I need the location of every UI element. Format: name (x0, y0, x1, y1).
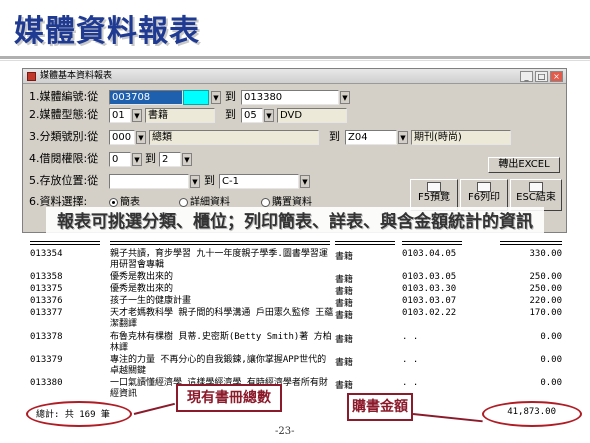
chevron-down-icon[interactable]: ▼ (190, 175, 200, 188)
radio-dot-icon (261, 197, 270, 207)
preview-icon (427, 182, 441, 192)
chevron-down-icon[interactable]: ▼ (398, 131, 408, 144)
cell-id: 013354 (30, 249, 63, 259)
chevron-down-icon[interactable]: ▼ (264, 109, 274, 122)
cell-id: 013376 (30, 296, 63, 306)
cell-title: 優秀是教出來的 (110, 272, 174, 282)
printer-icon (477, 182, 491, 192)
media-type-label: 2.媒體型態:從 (29, 108, 99, 121)
shelf-label: 5.存放位置:從 (29, 174, 99, 187)
count-highlight-ellipse (26, 401, 132, 427)
cell-id: 013375 (30, 284, 63, 294)
title-divider (0, 56, 590, 59)
cell-id: 013358 (30, 272, 63, 282)
chevron-down-icon[interactable]: ▼ (300, 175, 310, 188)
cell-type: 書籍 (335, 358, 354, 368)
shelf-to-input[interactable]: C-1 (219, 174, 299, 189)
media-no-to-input[interactable]: 013380 (241, 90, 339, 105)
door-exit-icon (529, 182, 543, 192)
loan-level-from-input[interactable]: 0 (109, 152, 131, 167)
cell-title: 孩子一生的健康計畫 (110, 296, 192, 306)
loan-level-label: 4.借閱權限:從 (29, 152, 99, 165)
header-rule (30, 241, 100, 245)
cell-date: 0103.04.05 (402, 249, 457, 259)
shelf-from-input[interactable] (109, 174, 189, 189)
cell-amount: 250.00 (529, 284, 562, 294)
cell-id: 013379 (30, 355, 63, 365)
header-rule (335, 241, 395, 245)
chevron-down-icon[interactable]: ▼ (132, 109, 142, 122)
cell-date: . . (402, 378, 419, 388)
chevron-down-icon[interactable]: ▼ (136, 131, 146, 144)
cell-amount: 0.00 (540, 378, 562, 388)
cell-id: 013377 (30, 308, 63, 318)
media-no-label: 1.媒體編號:從 (29, 90, 99, 103)
media-type-from-code[interactable]: 01 (109, 108, 131, 123)
category-to-code[interactable]: Z04 (345, 130, 397, 145)
cell-title: 優秀是教出來的 (110, 284, 174, 294)
cell-id: 013380 (30, 378, 63, 388)
category-label: 3.分類號別:從 (29, 130, 99, 143)
chevron-down-icon[interactable]: ▼ (182, 153, 192, 166)
close-icon[interactable]: × (550, 70, 563, 82)
cell-type: 書籍 (335, 381, 354, 391)
media-no-from-extension[interactable] (183, 90, 209, 105)
cell-amount: 0.00 (540, 355, 562, 365)
amount-highlight-ellipse (482, 401, 582, 427)
cell-amount: 250.00 (529, 272, 562, 282)
radio-dot-icon (179, 197, 188, 207)
media-no-from-input[interactable]: 003708 (109, 90, 183, 105)
purchase-amount-callout: 購書金額 (347, 393, 413, 421)
category-from-code[interactable]: 000 (109, 130, 135, 145)
cell-date: . . (402, 332, 419, 342)
category-from-name: 總類 (149, 130, 319, 145)
maximize-icon[interactable]: □ (535, 70, 548, 82)
media-type-to-name: DVD (277, 108, 347, 123)
category-to-label: 到 (329, 130, 340, 143)
cell-title: 布魯克林有棵樹 貝蒂.史密斯(Betty Smith)著 方柏林譯 (110, 332, 332, 353)
cell-date: . . (402, 355, 419, 365)
report-preview: 013354 親子共讀，育步學習 九十一年度親子學季.圖書學習運用研習會專輯 書… (30, 241, 570, 420)
caption-banner: 報表可挑選分類、櫃位；列印簡表、詳表、與含金額統計的資訊 (46, 207, 544, 237)
cell-date: 0103.02.22 (402, 308, 457, 318)
loan-level-to-input[interactable]: 2 (159, 152, 181, 167)
cell-date: 0103.03.30 (402, 284, 457, 294)
cell-type: 書籍 (335, 252, 354, 262)
media-no-to-label: 到 (225, 90, 236, 103)
header-rule (402, 241, 462, 245)
cell-id: 013378 (30, 332, 63, 342)
minimize-icon[interactable]: _ (520, 70, 533, 82)
header-rule (110, 241, 330, 245)
cell-type: 書籍 (335, 335, 354, 345)
cell-date: 0103.03.05 (402, 272, 457, 282)
category-to-name: 期刊(時尚) (411, 130, 511, 145)
app-icon (27, 71, 36, 81)
chevron-down-icon[interactable]: ▼ (340, 91, 350, 104)
cell-title: 親子共讀，育步學習 九十一年度親子學季.圖書學習運用研習會專輯 (110, 249, 328, 270)
cell-date: 0103.03.07 (402, 296, 457, 306)
export-excel-button[interactable]: 轉出EXCEL (488, 157, 560, 173)
loan-level-to-label: 到 (145, 152, 156, 165)
window-title: 媒體基本資料報表 (40, 71, 113, 81)
cell-amount: 330.00 (529, 249, 562, 259)
cell-title: 天才老媽教科學 親子間的科學溝通 戶田憲久監修 王蘊潔翻譯 (110, 308, 334, 329)
header-rule (500, 241, 562, 245)
chevron-down-icon[interactable]: ▼ (132, 153, 142, 166)
cell-title: 專注的力量 不再分心的自我鍛鍊,讓你掌握APP世代的卓越關鍵 (110, 355, 327, 376)
book-count-callout: 現有書冊總數 (176, 384, 282, 412)
slide-title: 媒體資料報表 (14, 14, 200, 49)
chevron-down-icon[interactable]: ▼ (211, 91, 221, 104)
media-type-to-code[interactable]: 05 (241, 108, 263, 123)
cell-amount: 0.00 (540, 332, 562, 342)
title-divider-thin (0, 60, 590, 61)
radio-dot-icon (109, 197, 118, 207)
cell-amount: 220.00 (529, 296, 562, 306)
cell-type: 書籍 (335, 311, 354, 321)
media-type-to-label: 到 (225, 108, 236, 121)
shelf-to-label: 到 (204, 174, 215, 187)
media-type-from-name: 書籍 (145, 108, 215, 123)
cell-amount: 170.00 (529, 308, 562, 318)
window-titlebar: 媒體基本資料報表 _ □ × (23, 69, 566, 84)
page-number: -23- (275, 426, 295, 437)
